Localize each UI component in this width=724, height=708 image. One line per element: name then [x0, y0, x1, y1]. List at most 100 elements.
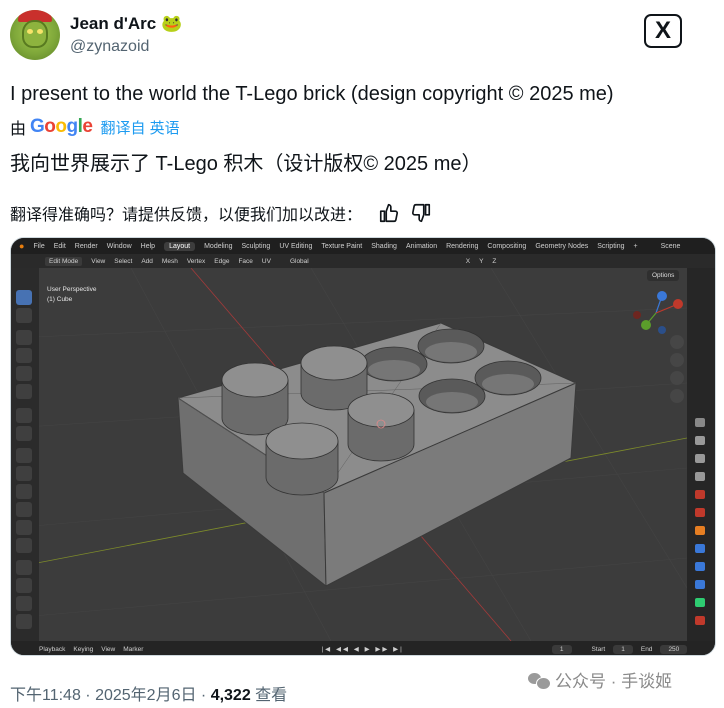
bevel-icon[interactable]	[16, 502, 32, 517]
tab-shading[interactable]: Shading	[371, 243, 397, 250]
thumbs-up-icon[interactable]	[378, 202, 400, 224]
avatar-eye-shape	[27, 29, 33, 34]
modifier-properties-icon[interactable]	[695, 544, 705, 553]
menu-mesh[interactable]: Mesh	[162, 258, 178, 265]
add-workspace-icon[interactable]: +	[633, 243, 637, 250]
thumbs-down-icon[interactable]	[410, 202, 432, 224]
menu-help[interactable]: Help	[141, 243, 155, 250]
view-layer-icon[interactable]	[695, 472, 705, 481]
tab-texture-paint[interactable]: Texture Paint	[321, 243, 362, 250]
timeline-view[interactable]: View	[101, 646, 115, 653]
select-box-icon[interactable]	[16, 290, 32, 305]
end-frame-field[interactable]: 250	[660, 644, 688, 654]
output-properties-icon[interactable]	[695, 454, 705, 463]
tab-modeling[interactable]: Modeling	[204, 243, 232, 250]
timeline-playback[interactable]: Playback	[39, 646, 65, 653]
shear-icon[interactable]	[16, 614, 32, 629]
mode-selector[interactable]: Edit Mode	[45, 256, 83, 266]
tab-geometry-nodes[interactable]: Geometry Nodes	[535, 243, 588, 250]
start-frame-field[interactable]: 1	[613, 644, 633, 654]
options-dropdown[interactable]: Options	[647, 270, 680, 281]
tweet-text: I present to the world the T-Lego brick …	[10, 83, 614, 105]
menu-add[interactable]: Add	[141, 258, 153, 265]
menu-vertex[interactable]: Vertex	[187, 258, 205, 265]
playback-controls-icon[interactable]: |◀ ◀◀ ◀ ▶ ▶▶ ▶|	[321, 645, 403, 653]
x-logo-icon[interactable]: X	[644, 14, 682, 48]
axis-x-toggle[interactable]: X	[466, 258, 470, 265]
timeline-keying[interactable]: Keying	[73, 646, 93, 653]
cursor-icon[interactable]	[16, 308, 32, 323]
smooth-icon[interactable]	[16, 596, 32, 611]
rotate-icon[interactable]	[16, 348, 32, 363]
tweet-timestamp[interactable]: 下午11:48 · 2025年2月6日 ·	[10, 687, 211, 704]
3d-viewport[interactable]: User Perspective (1) Cube	[11, 267, 688, 642]
avatar[interactable]	[10, 10, 60, 60]
tab-animation[interactable]: Animation	[406, 243, 437, 250]
annotate-icon[interactable]	[16, 408, 32, 423]
brick-render	[11, 267, 688, 642]
watermark-text: 公众号 · 手谈姬	[555, 672, 673, 691]
timeline-marker[interactable]: Marker	[123, 646, 143, 653]
author-handle[interactable]: @zynazoid	[70, 38, 149, 56]
tab-layout[interactable]: Layout	[164, 241, 196, 251]
menu-face[interactable]: Face	[238, 258, 252, 265]
menu-window[interactable]: Window	[107, 243, 132, 250]
render-properties-icon[interactable]	[695, 436, 705, 445]
spin-icon[interactable]	[16, 578, 32, 593]
wechat-icon	[528, 671, 551, 690]
timeline-bar: Playback Keying View Marker |◀ ◀◀ ◀ ▶ ▶▶…	[11, 641, 715, 655]
blender-viewport-header: Edit Mode View Select Add Mesh Vertex Ed…	[11, 254, 715, 268]
scene-selector[interactable]: Scene	[661, 243, 681, 250]
world-properties-icon[interactable]	[695, 508, 705, 517]
add-cube-icon[interactable]	[16, 448, 32, 463]
camera-view-icon[interactable]	[670, 371, 684, 385]
menu-select[interactable]: Select	[114, 258, 132, 265]
blender-screenshot[interactable]: ● File Edit Render Window Help Layout Mo…	[10, 237, 716, 656]
translated-by-line: 由 Google 翻译自 英语	[10, 115, 180, 139]
measure-icon[interactable]	[16, 426, 32, 441]
blender-logo-icon: ●	[19, 241, 25, 251]
tab-uv-editing[interactable]: UV Editing	[279, 243, 312, 250]
poly-build-icon[interactable]	[16, 560, 32, 575]
start-label: Start	[591, 645, 606, 653]
transform-orientation[interactable]: Global	[290, 258, 309, 265]
physics-icon[interactable]	[695, 580, 705, 589]
author-name-text: Jean d'Arc	[70, 14, 157, 33]
translated-from-link[interactable]: 翻译自 英语	[100, 117, 179, 138]
pan-hand-icon[interactable]	[670, 353, 684, 367]
tab-rendering[interactable]: Rendering	[446, 243, 478, 250]
transform-icon[interactable]	[16, 384, 32, 399]
object-data-icon[interactable]	[695, 598, 705, 607]
knife-icon[interactable]	[16, 538, 32, 553]
grid-view-icon[interactable]	[670, 389, 684, 403]
menu-edit[interactable]: Edit	[54, 243, 66, 250]
move-icon[interactable]	[16, 330, 32, 345]
tab-sculpting[interactable]: Sculpting	[242, 243, 271, 250]
material-icon[interactable]	[695, 616, 705, 625]
axis-z-toggle[interactable]: Z	[492, 258, 496, 265]
author-name[interactable]: Jean d'Arc 🐸	[70, 14, 182, 34]
scene-properties-icon[interactable]	[695, 490, 705, 499]
scale-icon[interactable]	[16, 366, 32, 381]
tool-properties-icon[interactable]	[695, 418, 705, 427]
menu-edge[interactable]: Edge	[214, 258, 229, 265]
watermark: 公众号 · 手谈姬	[528, 667, 672, 692]
feedback-prompt: 翻译得准确吗？请提供反馈，以便我们加以改进：	[10, 207, 363, 224]
zoom-icon[interactable]	[670, 335, 684, 349]
menu-uv[interactable]: UV	[262, 258, 271, 265]
current-frame-field[interactable]: 1	[551, 644, 572, 654]
tab-scripting[interactable]: Scripting	[597, 243, 624, 250]
menu-view[interactable]: View	[91, 258, 105, 265]
menu-render[interactable]: Render	[75, 243, 98, 250]
loop-cut-icon[interactable]	[16, 520, 32, 535]
axis-y-toggle[interactable]: Y	[479, 258, 483, 265]
frog-emoji-icon: 🐸	[160, 14, 183, 33]
extrude-icon[interactable]	[16, 466, 32, 481]
object-properties-icon[interactable]	[695, 526, 705, 535]
viewport-object-label: (1) Cube	[47, 296, 73, 303]
inset-icon[interactable]	[16, 484, 32, 499]
views-label: 查看	[250, 687, 288, 704]
tab-compositing[interactable]: Compositing	[487, 243, 526, 250]
particles-icon[interactable]	[695, 562, 705, 571]
menu-file[interactable]: File	[33, 243, 44, 250]
